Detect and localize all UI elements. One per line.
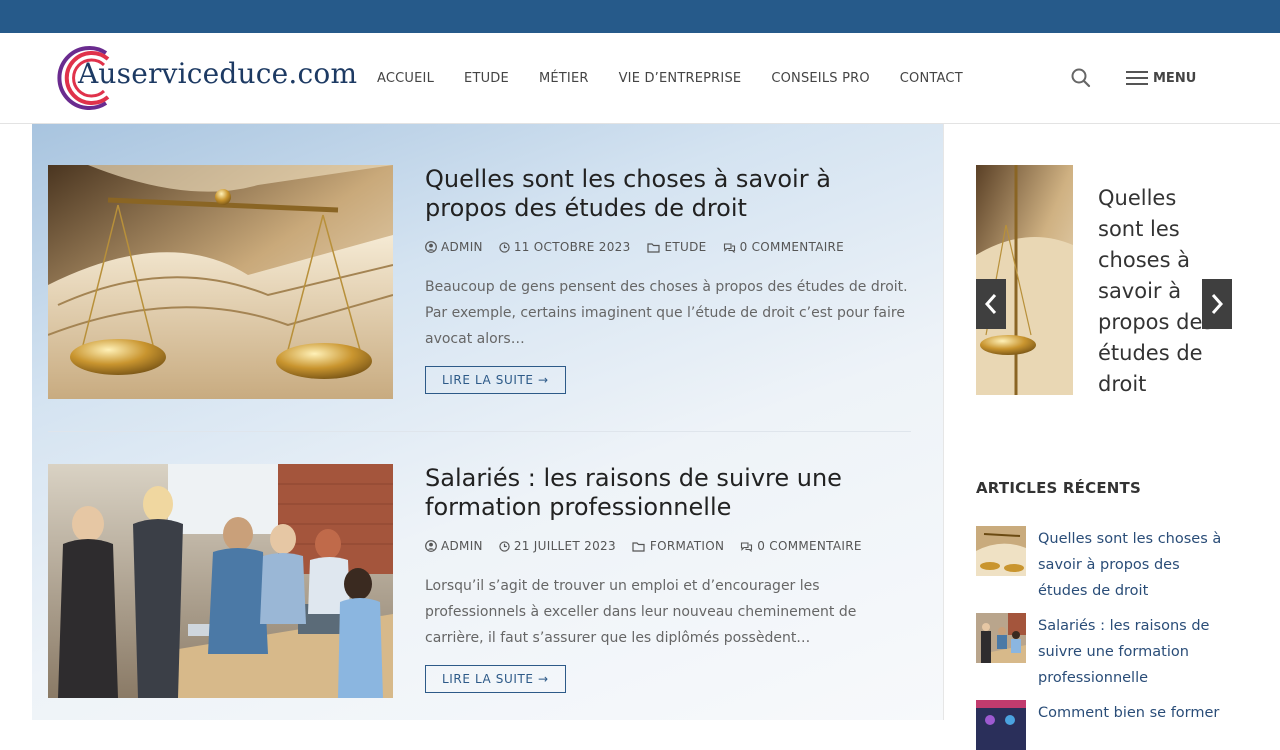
clock-icon — [499, 540, 510, 552]
post-date-label: 11 OCTOBRE 2023 — [513, 240, 631, 254]
post-date[interactable]: 11 OCTOBRE 2023 — [499, 240, 631, 254]
post-author-label: ADMIN — [441, 240, 483, 254]
recent-article-link[interactable]: Salariés : les raisons de suivre une for… — [1038, 613, 1228, 691]
post-comments[interactable]: 0 COMMENTAIRE — [740, 539, 862, 553]
post-date-label: 21 JUILLET 2023 — [513, 539, 616, 553]
post-body: Quelles sont les choses à savoir à propo… — [425, 165, 915, 394]
post-title[interactable]: Salariés : les raisons de suivre une for… — [425, 464, 915, 522]
training-thumb-image — [976, 700, 1026, 750]
top-bar — [0, 0, 1280, 33]
post-divider — [48, 431, 911, 432]
hamburger-icon — [1126, 70, 1148, 86]
nav-item-accueil[interactable]: ACCUEIL — [377, 71, 434, 86]
site-logo[interactable]: Auserviceduce.com — [48, 41, 357, 115]
post-thumbnail-office-team[interactable] — [48, 464, 393, 698]
nav-item-conseils-pro[interactable]: CONSEILS PRO — [771, 71, 869, 86]
featured-slider: Quelles sont les choses à savoir à propo… — [976, 165, 1233, 435]
post-category-label: ETUDE — [664, 240, 707, 254]
recent-article-thumbnail[interactable] — [976, 526, 1026, 576]
read-more-button[interactable]: LIRE LA SUITE → — [425, 366, 566, 394]
user-icon — [425, 241, 437, 253]
post-card: Salariés : les raisons de suivre une for… — [48, 464, 911, 704]
user-icon — [425, 540, 437, 552]
slider-prev-button[interactable] — [976, 279, 1006, 329]
post-meta: ADMIN 21 JUILLET 2023 FORMATION 0 COMMEN… — [425, 539, 915, 553]
post-meta: ADMIN 11 OCTOBRE 2023 ETUDE 0 COMMENTAIR… — [425, 240, 915, 254]
nav-item-metier[interactable]: MÉTIER — [539, 71, 589, 86]
logo-text: Auserviceduce.com — [78, 57, 358, 90]
post-category-label: FORMATION — [649, 539, 725, 553]
post-comments-label: 0 COMMENTAIRE — [757, 539, 862, 553]
post-category[interactable]: FORMATION — [632, 539, 724, 553]
post-comments[interactable]: 0 COMMENTAIRE — [723, 240, 845, 254]
post-author[interactable]: ADMIN — [425, 539, 483, 553]
comments-icon — [741, 541, 753, 552]
post-card: Quelles sont les choses à savoir à propo… — [48, 165, 911, 405]
recent-articles-heading: ARTICLES RÉCENTS — [976, 479, 1141, 497]
recent-article-link[interactable]: Quelles sont les choses à savoir à propo… — [1038, 526, 1228, 604]
law-books-thumb-image — [976, 526, 1026, 576]
nav-item-contact[interactable]: CONTACT — [900, 71, 963, 86]
law-books-scales-image — [48, 165, 393, 399]
recent-article-link[interactable]: Comment bien se former — [1038, 700, 1228, 726]
sidebar: Quelles sont les choses à savoir à propo… — [943, 124, 1280, 750]
office-meeting-image — [48, 464, 393, 698]
nav-item-vie-entreprise[interactable]: VIE D’ENTREPRISE — [619, 71, 742, 86]
post-author[interactable]: ADMIN — [425, 240, 483, 254]
post-excerpt: Lorsqu’il s’agit de trouver un emploi et… — [425, 578, 857, 646]
clock-icon — [499, 241, 510, 253]
menu-toggle-button[interactable]: MENU — [1126, 68, 1196, 88]
read-more-button[interactable]: LIRE LA SUITE → — [425, 665, 566, 693]
post-body: Salariés : les raisons de suivre une for… — [425, 464, 915, 693]
folder-icon — [632, 541, 645, 552]
post-category[interactable]: ETUDE — [646, 240, 707, 254]
post-thumbnail-law-scales[interactable] — [48, 165, 393, 399]
recent-article-item: Quelles sont les choses à savoir à propo… — [976, 526, 1236, 606]
chevron-right-icon — [1211, 294, 1224, 314]
post-excerpt: Beaucoup de gens pensent des choses à pr… — [425, 279, 908, 347]
search-button[interactable] — [1070, 67, 1092, 89]
main-navigation: ACCUEIL ETUDE MÉTIER VIE D’ENTREPRISE CO… — [377, 33, 993, 123]
nav-item-etude[interactable]: ETUDE — [464, 71, 509, 86]
post-author-label: ADMIN — [441, 539, 483, 553]
folder-icon — [646, 242, 660, 253]
main-content: Quelles sont les choses à savoir à propo… — [32, 124, 943, 720]
recent-article-item: Salariés : les raisons de suivre une for… — [976, 613, 1236, 693]
recent-article-thumbnail[interactable] — [976, 700, 1026, 750]
menu-label: MENU — [1153, 70, 1197, 86]
post-title[interactable]: Quelles sont les choses à savoir à propo… — [425, 165, 915, 223]
office-team-thumb-image — [976, 613, 1026, 663]
site-header: Auserviceduce.com ACCUEIL ETUDE MÉTIER V… — [0, 33, 1280, 124]
slider-next-button[interactable] — [1202, 279, 1232, 329]
chevron-left-icon — [984, 294, 997, 314]
post-date[interactable]: 21 JUILLET 2023 — [499, 539, 616, 553]
search-icon — [1071, 68, 1091, 88]
recent-article-thumbnail[interactable] — [976, 613, 1026, 663]
comments-icon — [723, 242, 735, 253]
slide-title[interactable]: Quelles sont les choses à savoir à propo… — [1098, 183, 1218, 400]
post-comments-label: 0 COMMENTAIRE — [739, 240, 845, 254]
recent-article-item: Comment bien se former — [976, 700, 1236, 750]
